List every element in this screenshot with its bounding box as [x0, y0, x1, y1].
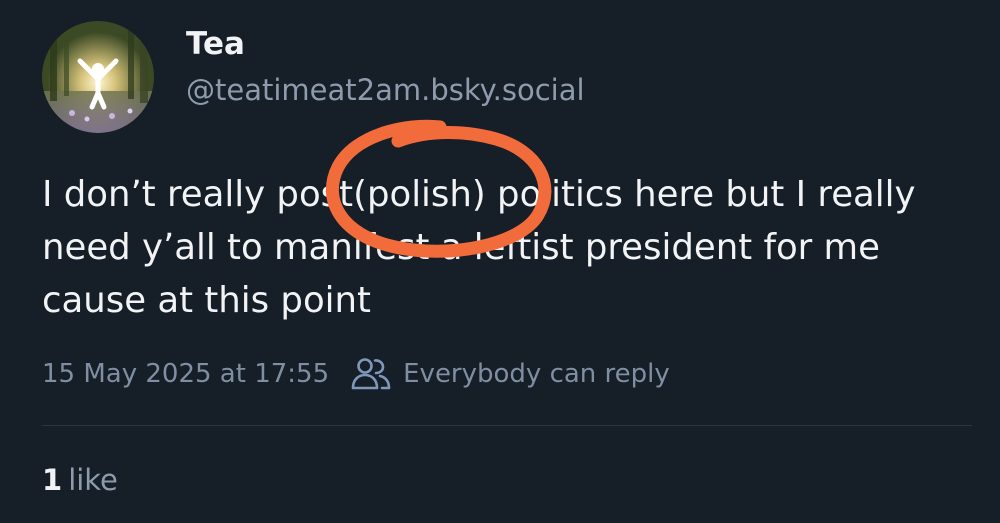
likes-count: 1 [42, 463, 63, 497]
author-handle[interactable]: @teatimeat2am.bsky.social [186, 73, 585, 107]
likes-link[interactable]: 1 like [42, 463, 118, 497]
divider [42, 425, 972, 426]
people-icon [351, 358, 391, 390]
reply-setting-label: Everybody can reply [403, 359, 670, 389]
post-timestamp[interactable]: 15 May 2025 at 17:55 [42, 359, 329, 389]
reply-setting[interactable]: Everybody can reply [351, 357, 670, 391]
post-card: Tea @teatimeat2am.bsky.social I don’t re… [0, 0, 1000, 523]
post-meta: 15 May 2025 at 17:55 Everybody can reply [42, 354, 670, 394]
author-name[interactable]: Tea [186, 26, 245, 62]
likes-label: like [68, 463, 118, 497]
post-text: I don’t really post(polish) politics her… [42, 174, 916, 321]
avatar[interactable] [42, 21, 154, 133]
avatar-image [42, 21, 154, 133]
